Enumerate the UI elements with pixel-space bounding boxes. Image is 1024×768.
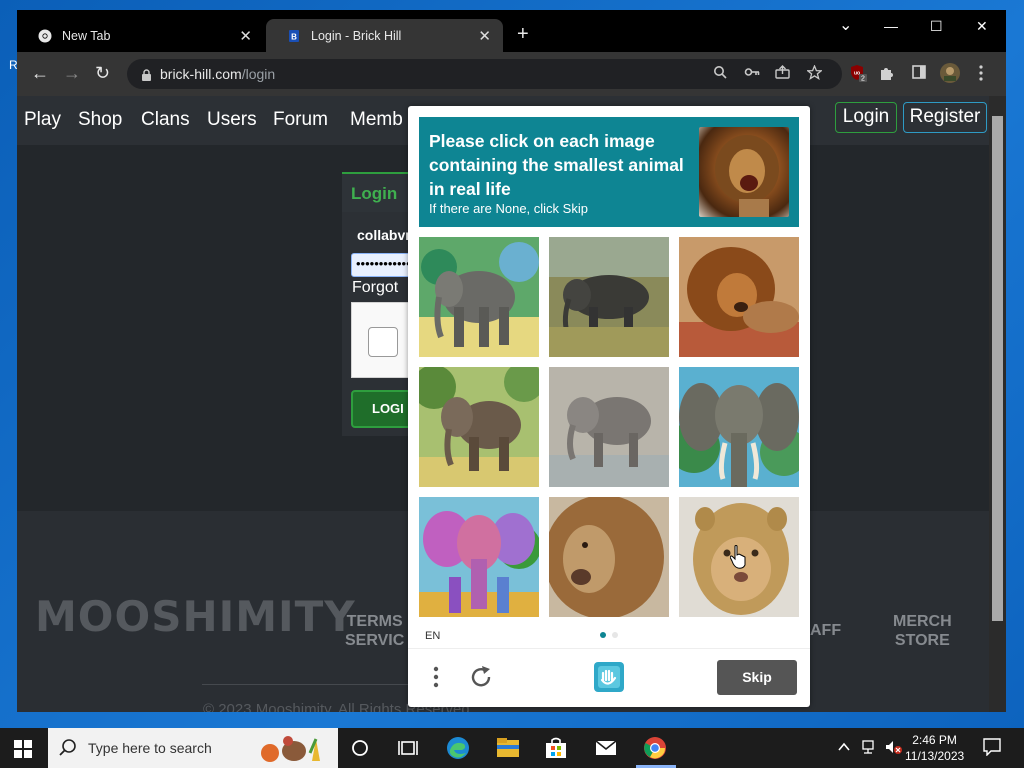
mail-icon[interactable] xyxy=(594,736,618,760)
microsoft-store-icon[interactable] xyxy=(544,736,568,760)
footer-merch-link[interactable]: MERCH STORE xyxy=(893,612,952,650)
nav-play[interactable]: Play xyxy=(24,109,61,131)
tray-overflow-chevron-icon[interactable] xyxy=(838,740,850,755)
windows-start-icon[interactable] xyxy=(14,740,32,763)
footer-terms-link[interactable]: TERMS SERVIC xyxy=(345,612,404,650)
footer-merch-line2: STORE xyxy=(894,632,950,649)
captcha-tile-7[interactable] xyxy=(419,497,539,617)
captcha-checkbox[interactable] xyxy=(368,327,398,357)
reload-button[interactable]: ↻ xyxy=(95,64,110,82)
svg-text:2: 2 xyxy=(861,76,865,83)
language-selector[interactable]: EN xyxy=(425,630,440,642)
key-icon[interactable] xyxy=(744,65,760,82)
svg-text:B: B xyxy=(291,32,297,41)
close-tab-icon[interactable]: ✕ xyxy=(239,27,252,45)
zoom-search-icon[interactable] xyxy=(713,65,727,82)
scrollbar-thumb[interactable] xyxy=(992,116,1003,621)
footer-terms-line1: TERMS xyxy=(346,613,403,630)
share-icon[interactable] xyxy=(775,65,791,82)
forgot-password-link[interactable]: Forgot xyxy=(352,279,398,297)
bookmark-star-icon[interactable] xyxy=(806,64,823,83)
nav-clans[interactable]: Clans xyxy=(141,109,190,131)
refresh-challenge-icon[interactable] xyxy=(468,663,494,691)
captcha-prompt: Please click on each image containing th… xyxy=(419,117,799,227)
lock-icon[interactable] xyxy=(141,68,152,86)
new-tab-button[interactable]: + xyxy=(517,24,529,44)
file-explorer-icon[interactable] xyxy=(496,736,520,760)
tab-bar: New Tab ✕ B Login - Brick Hill ✕ + ⌄ — ☐… xyxy=(17,10,1006,52)
challenge-footer-divider xyxy=(408,648,810,649)
tab-search-icon[interactable]: ⌄ xyxy=(839,15,852,35)
forward-button[interactable]: → xyxy=(63,64,81,82)
hcaptcha-logo-icon[interactable] xyxy=(592,660,626,694)
page-indicator xyxy=(612,632,618,638)
tab-brick-hill[interactable]: B Login - Brick Hill ✕ xyxy=(266,19,503,52)
windows-taskbar: Type here to search 2:46 PM 11/13/2023 xyxy=(0,728,1024,768)
challenge-menu-icon[interactable] xyxy=(430,663,442,691)
captcha-tile-2[interactable] xyxy=(549,237,669,357)
close-window-button[interactable]: ✕ xyxy=(976,18,988,35)
url-path: /login xyxy=(241,66,276,82)
taskbar-search-box[interactable]: Type here to search xyxy=(48,728,338,768)
tab-new-tab[interactable]: New Tab ✕ xyxy=(17,19,264,52)
footer-brand-logo: MOOSHIMITY xyxy=(35,592,356,641)
minimize-button[interactable]: — xyxy=(884,18,898,34)
captcha-sub-prompt: If there are None, click Skip xyxy=(429,201,588,216)
ublock-extension-icon[interactable]: uo 2 xyxy=(849,64,867,86)
edge-browser-icon[interactable] xyxy=(446,736,470,760)
taskbar-clock[interactable]: 2:46 PM 11/13/2023 xyxy=(905,732,964,764)
footer-terms-line2: SERVIC xyxy=(345,632,405,649)
login-submit-label: LOGI xyxy=(372,401,404,416)
chrome-icon xyxy=(37,28,53,44)
footer-merch-line1: MERCH xyxy=(893,613,952,630)
maximize-button[interactable]: ☐ xyxy=(930,18,943,35)
captcha-tile-3[interactable] xyxy=(679,237,799,357)
task-view-icon[interactable] xyxy=(396,736,420,760)
notification-center-icon[interactable] xyxy=(983,738,1001,759)
network-icon[interactable] xyxy=(862,740,878,757)
page-indicator-active xyxy=(600,632,606,638)
menu-kebab-icon[interactable] xyxy=(979,65,983,85)
search-icon xyxy=(59,738,77,761)
nav-forum[interactable]: Forum xyxy=(273,109,328,131)
footer-staff-link[interactable]: AFF xyxy=(810,621,841,640)
tab-label: New Tab xyxy=(62,28,111,43)
address-bar[interactable]: brick-hill.com/login xyxy=(127,59,842,89)
clock-time: 2:46 PM xyxy=(912,733,957,747)
cortana-icon[interactable] xyxy=(348,736,372,760)
thanksgiving-search-highlight-icon xyxy=(258,735,332,768)
brick-hill-favicon-icon: B xyxy=(286,28,302,44)
username-field[interactable]: collabvr xyxy=(357,227,411,243)
tab-label: Login - Brick Hill xyxy=(311,28,402,43)
nav-members[interactable]: Memb xyxy=(350,109,403,131)
register-button[interactable]: Register xyxy=(903,102,987,133)
captcha-prompt-text: Please click on each image containing th… xyxy=(429,131,684,199)
hand-cursor-icon xyxy=(729,545,746,574)
captcha-tile-8[interactable] xyxy=(549,497,669,617)
url-host: brick-hill.com xyxy=(160,66,242,82)
profile-avatar[interactable] xyxy=(939,62,961,88)
lion-example-image xyxy=(699,127,789,217)
captcha-tile-1[interactable] xyxy=(419,237,539,357)
nav-shop[interactable]: Shop xyxy=(78,109,122,131)
close-tab-icon[interactable]: ✕ xyxy=(478,27,491,45)
login-heading: Login xyxy=(351,184,398,203)
nav-users[interactable]: Users xyxy=(207,109,257,131)
captcha-tile-5[interactable] xyxy=(549,367,669,487)
captcha-challenge: Please click on each image containing th… xyxy=(408,106,810,707)
extensions-puzzle-icon[interactable] xyxy=(879,65,895,85)
url-text[interactable]: brick-hill.com/login xyxy=(160,66,275,82)
login-button[interactable]: Login xyxy=(835,102,897,133)
side-panel-icon[interactable] xyxy=(912,65,926,83)
captcha-tile-4[interactable] xyxy=(419,367,539,487)
clock-date: 11/13/2023 xyxy=(905,749,965,763)
page-scrollbar[interactable] xyxy=(989,96,1006,712)
chrome-taskbar-icon[interactable] xyxy=(643,736,667,760)
volume-muted-icon[interactable] xyxy=(885,740,903,757)
search-placeholder: Type here to search xyxy=(88,740,212,756)
back-button[interactable]: ← xyxy=(31,64,49,82)
captcha-tile-6[interactable] xyxy=(679,367,799,487)
skip-button[interactable]: Skip xyxy=(717,660,797,695)
